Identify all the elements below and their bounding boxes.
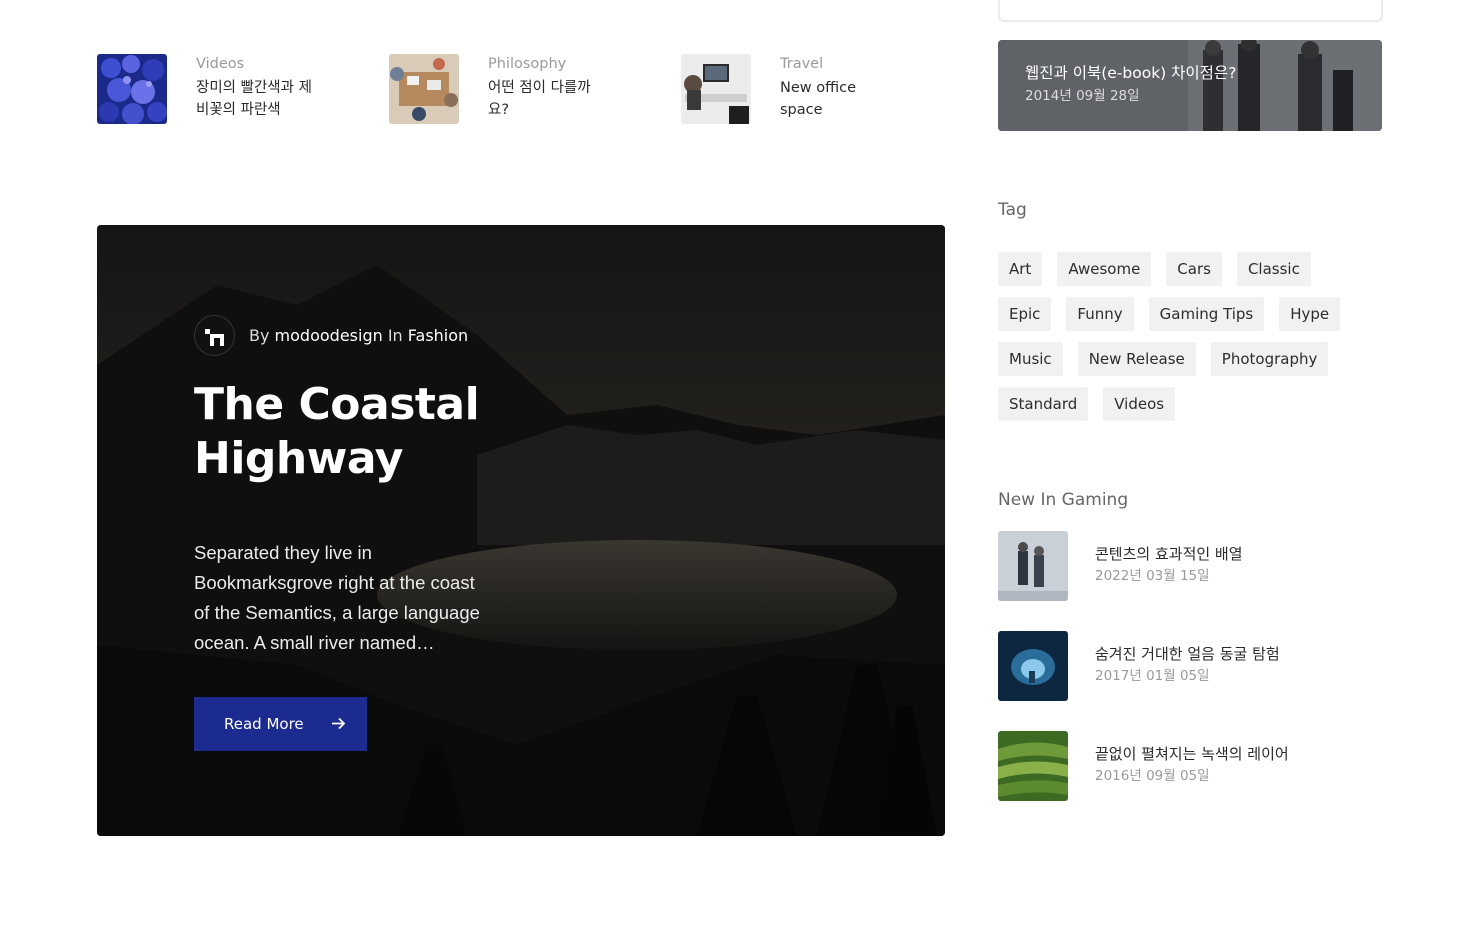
ice-cave-photo[interactable]	[998, 631, 1068, 701]
category-post[interactable]: Philosophy 어떤 점이 다를까요?	[389, 54, 608, 124]
by-label: By	[249, 326, 270, 345]
featured-post-title[interactable]: 웹진과 이북(e-book) 차이점은?	[1025, 62, 1236, 84]
featured-post-card[interactable]: 웹진과 이북(e-book) 차이점은? 2014년 09월 28일	[998, 40, 1382, 131]
gaming-post-date: 2016년 09월 05일	[1095, 768, 1210, 784]
business-people-photo[interactable]	[998, 531, 1068, 601]
author-logo-icon[interactable]	[194, 315, 235, 356]
category-link[interactable]: Fashion	[408, 326, 468, 345]
arrow-right-icon	[332, 717, 346, 730]
gaming-post-title[interactable]: 끝없이 펼쳐지는 녹색의 레이어	[1095, 743, 1289, 765]
category-post[interactable]: Videos 장미의 빨간색과 제비꽃의 파란색	[97, 54, 316, 124]
gaming-post-title[interactable]: 숨겨진 거대한 얼음 동굴 탐험	[1095, 643, 1280, 665]
read-more-label: Read More	[224, 715, 304, 733]
tag-cloud: Art Awesome Cars Classic Epic Funny Gami…	[998, 252, 1388, 432]
tag-new-release[interactable]: New Release	[1077, 342, 1196, 376]
hero-post-card[interactable]: By modoodesign In Fashion The Coastal Hi…	[97, 225, 945, 836]
category-label[interactable]: Videos	[196, 54, 316, 74]
tag-gaming-tips[interactable]: Gaming Tips	[1148, 297, 1265, 331]
search-box[interactable]	[998, 0, 1383, 22]
post-title[interactable]: 장미의 빨간색과 제비꽃의 파란색	[196, 77, 316, 121]
tag-epic[interactable]: Epic	[998, 297, 1052, 331]
category-post[interactable]: Travel New office space	[681, 54, 880, 124]
featured-post-date: 2014년 09월 28일	[1025, 88, 1140, 104]
tag-videos[interactable]: Videos	[1103, 387, 1176, 421]
tag-photography[interactable]: Photography	[1210, 342, 1329, 376]
author-link[interactable]: modoodesign	[275, 326, 383, 345]
gaming-post[interactable]: 숨겨진 거대한 얼음 동굴 탐험 2017년 01월 05일	[998, 631, 1280, 701]
gaming-post[interactable]: 끝없이 펼쳐지는 녹색의 레이어 2016년 09월 05일	[998, 731, 1289, 801]
tag-cars[interactable]: Cars	[1166, 252, 1222, 286]
tag-hype[interactable]: Hype	[1279, 297, 1341, 331]
hero-excerpt: Separated they live in Bookmarksgrove ri…	[194, 542, 480, 653]
hero-title[interactable]: The Coastal Highway	[194, 378, 524, 486]
category-label[interactable]: Travel	[780, 54, 880, 74]
tag-music[interactable]: Music	[998, 342, 1063, 376]
tag-standard[interactable]: Standard	[998, 387, 1089, 421]
tag-awesome[interactable]: Awesome	[1057, 252, 1152, 286]
category-label[interactable]: Philosophy	[488, 54, 608, 74]
hydrangea-photo[interactable]	[97, 54, 167, 124]
gaming-post-date: 2022년 03월 15일	[1095, 568, 1210, 584]
tag-art[interactable]: Art	[998, 252, 1043, 286]
meeting-table-photo[interactable]	[389, 54, 459, 124]
gaming-post-title[interactable]: 콘텐츠의 효과적인 배열	[1095, 543, 1243, 565]
post-title[interactable]: 어떤 점이 다를까요?	[488, 77, 608, 121]
in-label: In	[387, 326, 403, 345]
tag-funny[interactable]: Funny	[1066, 297, 1134, 331]
office-desk-photo[interactable]	[681, 54, 751, 124]
tag-heading: Tag	[998, 200, 1027, 220]
gaming-heading: New In Gaming	[998, 490, 1129, 510]
post-title[interactable]: New office space	[780, 77, 880, 121]
gaming-post[interactable]: 콘텐츠의 효과적인 배열 2022년 03월 15일	[998, 531, 1243, 601]
green-terraces-photo[interactable]	[998, 731, 1068, 801]
gaming-post-date: 2017년 01월 05일	[1095, 668, 1210, 684]
read-more-button[interactable]: Read More	[194, 697, 367, 751]
tag-classic[interactable]: Classic	[1236, 252, 1311, 286]
post-meta: By modoodesign In Fashion	[249, 326, 468, 345]
